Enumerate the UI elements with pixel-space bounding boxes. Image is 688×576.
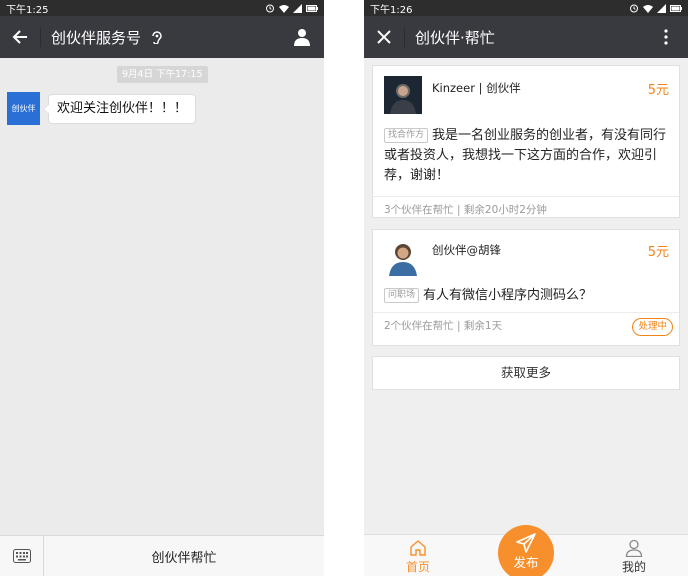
keyboard-icon: [12, 549, 31, 563]
battery-icon: [670, 4, 682, 12]
tab-label: 我的: [621, 560, 646, 574]
status-bar: 下午1:25: [0, 0, 324, 16]
post-header: Kinzeer | 创伙伴 5元: [373, 66, 679, 122]
status-badge: 处理中: [632, 318, 673, 336]
post-header: 创伙伴@胡锋 5元: [373, 230, 679, 286]
message-bubble[interactable]: 欢迎关注创伙伴！！！: [42, 94, 197, 124]
author-name[interactable]: Kinzeer | 创伙伴: [432, 80, 521, 96]
signal-icon: [293, 3, 302, 13]
chat-header: 创伙伴服务号: [0, 16, 324, 58]
ear-icon: [152, 31, 162, 44]
page-title: 创伙伴·帮忙: [415, 28, 495, 47]
status-bar: 下午1:26: [364, 0, 688, 16]
post-meta: 2个伙伴在帮忙 | 剩余1天: [384, 320, 503, 332]
close-icon: [377, 30, 391, 44]
alarm-icon: [266, 4, 274, 13]
status-time: 下午1:26: [370, 4, 413, 16]
page-title: 创伙伴服务号: [51, 28, 142, 47]
signal-icon: [657, 3, 666, 13]
category-tag: 找合作方: [384, 128, 429, 143]
publish-label: 发布: [513, 555, 539, 570]
help-post-card[interactable]: Kinzeer | 创伙伴 5元 找合作方 我是一名创业服务的创业者，有没有同行或…: [372, 65, 680, 218]
arrow-left-icon: [12, 30, 27, 44]
tab-me[interactable]: 我的: [594, 535, 674, 576]
publish-button[interactable]: 发布: [498, 525, 554, 576]
tab-label: 首页: [405, 560, 430, 574]
help-header: 创伙伴·帮忙: [364, 16, 688, 58]
post-body: 问职场 有人有微信小程序内测码么？: [373, 286, 679, 312]
send-icon: [516, 533, 536, 553]
reward-amount: 5元: [647, 83, 669, 98]
help-post-card[interactable]: 创伙伴@胡锋 5元 问职场 有人有微信小程序内测码么？ 2个伙伴在帮忙 | 剩余1…: [372, 229, 680, 346]
more-vertical-icon: [664, 29, 668, 45]
sender-avatar[interactable]: 创伙伴: [7, 92, 40, 125]
category-tag: 问职场: [384, 288, 420, 303]
post-body: 找合作方 我是一名创业服务的创业者，有没有同行或者投资人，我想找一下这方面的合作，…: [373, 122, 679, 196]
tab-home[interactable]: 首页: [378, 535, 458, 576]
post-footer: 2个伙伴在帮忙 | 剩余1天 处理中: [373, 312, 679, 340]
keyboard-toggle-button[interactable]: [0, 536, 44, 576]
post-footer: 3个伙伴在帮忙 | 剩余20小时2分钟: [373, 196, 679, 224]
profile-button[interactable]: [288, 16, 316, 58]
post-meta: 3个伙伴在帮忙 | 剩余20小时2分钟: [384, 204, 547, 216]
alarm-icon: [630, 4, 638, 13]
wechat-chat-screen: 下午1:25 创伙伴服务号 9月4日 下午17:15 创伙伴 欢迎关注创伙伴！！…: [0, 0, 324, 576]
wifi-icon: [643, 4, 653, 13]
header-divider: [404, 27, 405, 47]
reward-amount: 5元: [647, 245, 669, 260]
more-options-button[interactable]: [652, 16, 680, 58]
author-avatar[interactable]: [384, 76, 422, 114]
back-button[interactable]: [0, 16, 40, 58]
user-icon: [294, 29, 310, 46]
system-icons: [265, 3, 318, 13]
message-timestamp: 9月4日 下午17:15: [117, 66, 208, 83]
battery-icon: [306, 4, 318, 12]
home-icon: [410, 540, 426, 556]
wifi-icon: [279, 4, 289, 13]
post-text: 有人有微信小程序内测码么？: [423, 288, 593, 303]
help-list-screen: 下午1:26 创伙伴·帮忙 Kinzeer | 创伙伴 5元 找合作方 我是一名创…: [364, 0, 688, 576]
chat-bottom-bar: 创伙伴帮忙: [0, 535, 324, 576]
header-divider: [40, 27, 41, 47]
load-more-button[interactable]: 获取更多: [372, 356, 680, 390]
status-time: 下午1:25: [6, 4, 49, 16]
author-name[interactable]: 创伙伴@胡锋: [432, 242, 501, 258]
system-icons: [629, 3, 682, 13]
menu-item-help[interactable]: 创伙伴帮忙: [44, 536, 324, 576]
bottom-tab-bar: 首页 发布 我的: [364, 525, 688, 576]
user-icon: [625, 539, 643, 557]
author-avatar[interactable]: [384, 238, 422, 276]
close-button[interactable]: [364, 16, 404, 58]
